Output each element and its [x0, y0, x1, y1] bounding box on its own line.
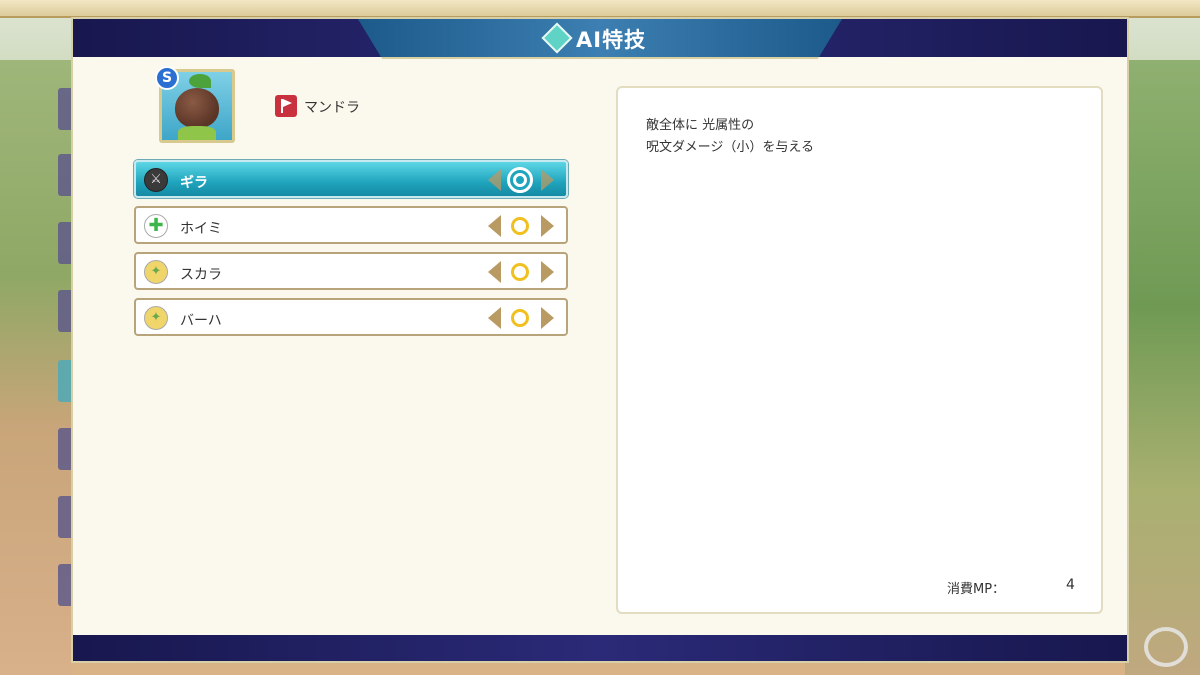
description-line: 呪文ダメージ（小）を与える [646, 140, 814, 155]
ai-skill-panel: AI特技 S マンドラ ⚔ ギラ ✚ ホイミ ✦ スカラ ✦ バーハ 敵全体に … [71, 17, 1129, 663]
watermark-logo [1144, 627, 1188, 667]
portrait-base [178, 126, 216, 140]
description-line: 敵全体に 光属性の [646, 118, 755, 133]
arrow-right-icon[interactable] [541, 261, 554, 283]
footer-bar [73, 635, 1127, 661]
circle-icon [511, 217, 529, 235]
skill-name: ホイミ [180, 221, 222, 237]
rank-badge: S [155, 66, 179, 90]
arrow-left-icon[interactable] [488, 307, 501, 329]
arrow-right-icon[interactable] [541, 169, 554, 191]
skill-name: ギラ [180, 175, 208, 191]
skill-name: スカラ [180, 267, 222, 283]
circle-icon [511, 309, 529, 327]
portrait-leaf [189, 74, 211, 88]
skill-row-gira[interactable]: ⚔ ギラ [134, 160, 568, 198]
background-right-scenery [1125, 60, 1200, 675]
arrow-left-icon[interactable] [488, 261, 501, 283]
portrait-body [175, 88, 219, 128]
monster-name: マンドラ [304, 100, 360, 116]
arrow-right-icon[interactable] [541, 215, 554, 237]
buff-icon: ✦ [144, 260, 168, 284]
skill-row-hoimi[interactable]: ✚ ホイミ [134, 206, 568, 244]
heal-cross-icon: ✚ [144, 214, 168, 238]
mp-cost-value: 4 [1066, 577, 1075, 593]
page-title: AI特技 [576, 28, 647, 52]
skill-row-sukara[interactable]: ✦ スカラ [134, 252, 568, 290]
arrow-left-icon[interactable] [488, 169, 501, 191]
double-circle-icon [507, 167, 533, 193]
buff-icon: ✦ [144, 306, 168, 330]
skill-name: バーハ [180, 313, 222, 329]
circle-icon [511, 263, 529, 281]
flag-icon [275, 95, 297, 117]
skill-row-baha[interactable]: ✦ バーハ [134, 298, 568, 336]
arrow-left-icon[interactable] [488, 215, 501, 237]
sword-icon: ⚔ [144, 168, 168, 192]
top-frame [0, 0, 1200, 18]
skill-description-box: 敵全体に 光属性の 呪文ダメージ（小）を与える 消費MP： 4 [616, 86, 1103, 614]
mp-cost-label: 消費MP： [947, 582, 1006, 597]
arrow-right-icon[interactable] [541, 307, 554, 329]
